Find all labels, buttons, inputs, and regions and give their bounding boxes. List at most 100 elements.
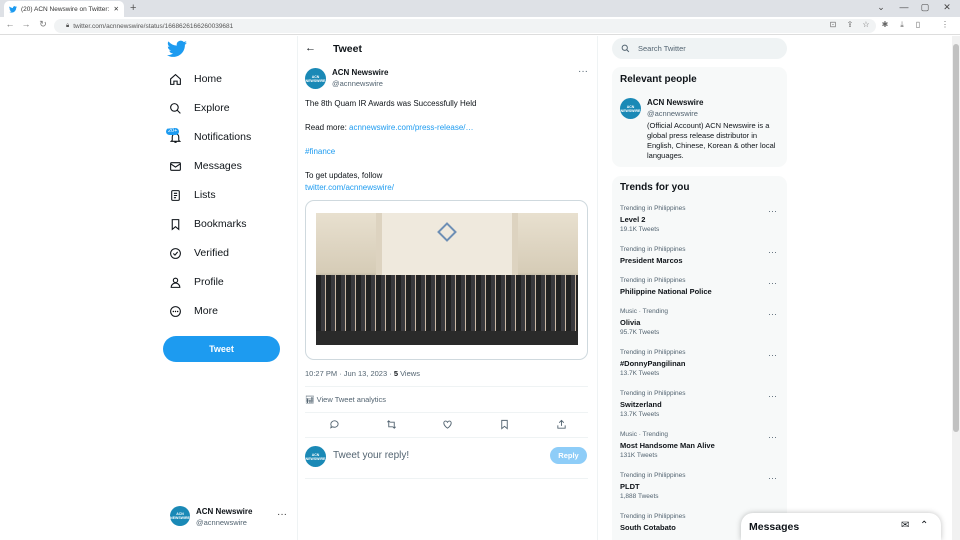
scrollbar-thumb[interactable] <box>953 44 959 432</box>
follow-link[interactable]: twitter.com/acnnewswire/ <box>305 182 394 193</box>
view-analytics-link[interactable]: 📊︎ View Tweet analytics <box>305 395 386 404</box>
trend-category: Music · Trending <box>620 431 669 438</box>
reload-icon[interactable]: ↻ <box>37 19 49 30</box>
messages-drawer-title: Messages <box>749 520 800 533</box>
more-horizontal-icon[interactable]: ··· <box>768 278 777 288</box>
retweet-icon[interactable] <box>384 419 398 433</box>
messages-drawer[interactable]: Messages <box>741 513 941 540</box>
read-more-link[interactable]: acnnewswire.com/press-release/… <box>349 123 474 132</box>
trend-name[interactable]: Olivia <box>620 318 640 327</box>
hashtag-link[interactable]: #finance <box>305 146 335 157</box>
tweet-button[interactable]: Tweet <box>163 336 280 362</box>
more-circle-icon <box>168 304 182 318</box>
download-icon[interactable]: ⤓ <box>897 20 907 30</box>
analytics-label: View Tweet analytics <box>316 395 386 404</box>
trend-category: Trending in Philippines <box>620 390 686 397</box>
trend-category: Trending in Philippines <box>620 513 686 520</box>
trend-name[interactable]: South Cotabato <box>620 523 676 532</box>
more-horizontal-icon[interactable]: ··· <box>768 309 777 319</box>
sidebar-item-label: Notifications <box>194 131 252 143</box>
install-icon[interactable]: ⊡ <box>828 20 838 29</box>
trend-name[interactable]: PLDT <box>620 482 640 491</box>
sidebar-item-bookmarks[interactable]: Bookmarks <box>168 214 247 234</box>
more-horizontal-icon[interactable]: ··· <box>277 509 287 520</box>
maximize-icon[interactable]: ▢ <box>919 2 931 13</box>
close-icon[interactable]: ✕ <box>114 5 119 13</box>
url-field[interactable]: 🔒︎ twitter.com/acnnewswire/status/166862… <box>54 19 876 33</box>
avatar[interactable]: ACN NEWSWIRE <box>620 98 641 119</box>
avatar[interactable]: ACN NEWSWIRE <box>170 506 190 526</box>
chevron-up-icon[interactable]: ⌃ <box>920 520 928 531</box>
envelope-icon <box>168 159 182 173</box>
divider <box>297 36 298 540</box>
forward-arrow-icon[interactable]: → <box>20 19 32 29</box>
sidebar-icon[interactable]: ▯ <box>913 20 923 29</box>
plus-icon[interactable]: + <box>130 2 136 14</box>
search-input[interactable]: Search Twitter <box>612 38 787 59</box>
twitter-icon <box>9 5 17 13</box>
search-icon <box>621 44 630 53</box>
event-photo[interactable] <box>316 213 578 345</box>
more-horizontal-icon[interactable]: ··· <box>768 432 777 442</box>
trend-count: 1,888 Tweets <box>620 493 659 500</box>
trend-name[interactable]: Philippine National Police <box>620 287 712 296</box>
more-horizontal-icon[interactable]: ··· <box>768 350 777 360</box>
sidebar-item-label: Lists <box>194 189 216 201</box>
close-window-icon[interactable]: ✕ <box>941 2 953 13</box>
chevron-down-icon[interactable]: ⌄ <box>875 2 887 13</box>
minimize-icon[interactable]: — <box>898 2 910 12</box>
menu-icon[interactable]: ⋮ <box>940 20 950 29</box>
tweet-author-handle[interactable]: @acnnewswire <box>332 79 383 88</box>
relevant-person-handle[interactable]: @acnnewswire <box>647 109 698 118</box>
trend-name[interactable]: Switzerland <box>620 400 662 409</box>
trend-name[interactable]: #DonnyPangilinan <box>620 359 685 368</box>
sidebar-item-more[interactable]: More <box>168 301 218 321</box>
account-handle[interactable]: @acnnewswire <box>196 518 247 527</box>
sidebar-item-verified[interactable]: Verified <box>168 243 229 263</box>
account-name[interactable]: ACN Newswire <box>196 507 252 516</box>
back-arrow-icon[interactable]: ← <box>305 42 316 54</box>
sidebar-item-messages[interactable]: Messages <box>168 156 242 176</box>
more-horizontal-icon[interactable]: ··· <box>768 206 777 216</box>
share-icon[interactable] <box>554 419 568 433</box>
sidebar-item-explore[interactable]: Explore <box>168 98 230 118</box>
more-horizontal-icon[interactable]: ··· <box>768 247 777 257</box>
more-horizontal-icon[interactable]: ··· <box>578 66 588 77</box>
sidebar-item-label: Explore <box>194 102 230 114</box>
heart-icon[interactable] <box>440 419 454 433</box>
browser-tab[interactable]: (20) ACN Newswire on Twitter: "T ✕ <box>4 1 124 17</box>
sidebar-item-label: Home <box>194 73 223 85</box>
bookmark-icon[interactable] <box>497 419 511 433</box>
tweet-timestamp[interactable]: 10:27 PM · Jun 13, 2023 · <box>305 369 394 378</box>
more-horizontal-icon[interactable]: ··· <box>768 473 777 483</box>
url-text: twitter.com/acnnewswire/status/166862616… <box>73 22 234 30</box>
avatar[interactable]: ACN NEWSWIRE <box>305 68 326 89</box>
sidebar-item-label: Verified <box>194 247 230 259</box>
extensions-icon[interactable]: ✱ <box>880 20 890 29</box>
new-message-icon[interactable]: ✉︎ <box>901 520 909 531</box>
sidebar-item-home[interactable]: Home <box>168 69 222 89</box>
twitter-logo-icon[interactable] <box>167 40 187 58</box>
trend-name[interactable]: President Marcos <box>620 256 683 265</box>
views-label: Views <box>397 369 420 378</box>
tweet-author-name[interactable]: ACN Newswire <box>332 68 388 77</box>
tab-title: (20) ACN Newswire on Twitter: "T <box>21 5 110 13</box>
trend-name[interactable]: Level 2 <box>620 215 645 224</box>
back-arrow-icon[interactable]: ← <box>4 19 16 29</box>
reply-icon[interactable] <box>327 419 341 433</box>
read-more-label: Read more: <box>305 123 347 132</box>
trend-name[interactable]: Most Handsome Man Alive <box>620 441 715 450</box>
more-horizontal-icon[interactable]: ··· <box>768 391 777 401</box>
trend-category: Trending in Philippines <box>620 246 686 253</box>
relevant-person-name[interactable]: ACN Newswire <box>647 98 703 107</box>
sidebar-item-profile[interactable]: Profile <box>168 272 224 292</box>
share-icon[interactable]: ⇪ <box>845 20 855 29</box>
sidebar-item-notifications[interactable]: Notifications <box>168 127 251 147</box>
reply-button[interactable]: Reply <box>550 447 587 464</box>
tweet-read-more: Read more: acnnewswire.com/press-release… <box>305 122 474 133</box>
reply-input[interactable]: Tweet your reply! <box>333 450 409 461</box>
star-icon[interactable]: ☆ <box>861 20 871 29</box>
sidebar-item-lists[interactable]: Lists <box>168 185 216 205</box>
divider <box>305 437 588 438</box>
tweet-media-card[interactable] <box>305 200 588 360</box>
